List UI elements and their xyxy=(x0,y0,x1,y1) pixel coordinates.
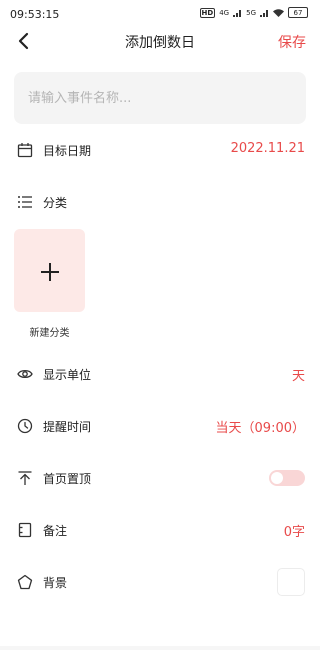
page-title: 添加倒数日 xyxy=(125,35,195,51)
pentagon-icon xyxy=(17,574,33,590)
display-unit-label: 显示单位 xyxy=(43,368,92,382)
target-date-label: 目标日期 xyxy=(43,144,92,158)
signal-icon-2 xyxy=(260,9,268,17)
new-category-button[interactable] xyxy=(14,229,85,312)
pin-home-label: 首页置顶 xyxy=(43,472,92,486)
pin-top-icon xyxy=(18,471,32,485)
background-row: 背景 xyxy=(0,565,320,599)
reminder-row[interactable]: 提醒时间 当天（09:00） xyxy=(0,409,320,443)
note-icon xyxy=(18,522,32,538)
reminder-value[interactable]: 当天（09:00） xyxy=(216,417,305,436)
note-label: 备注 xyxy=(43,524,68,538)
display-unit-row[interactable]: 显示单位 天 xyxy=(0,357,320,391)
new-category-label: 新建分类 xyxy=(29,328,70,339)
nav-bar: 添加倒数日 保存 xyxy=(0,26,320,56)
pin-home-row: 首页置顶 xyxy=(0,461,320,495)
status-time: 09:53:15 xyxy=(10,8,60,21)
list-icon xyxy=(18,196,32,208)
display-unit-value[interactable]: 天 xyxy=(292,365,305,384)
battery-level: 67 xyxy=(293,8,303,17)
eye-icon xyxy=(17,369,33,379)
target-date-row[interactable]: 目标日期 2022.11.21 xyxy=(0,133,320,167)
wifi-icon xyxy=(273,8,284,17)
toggle-knob xyxy=(271,472,283,484)
target-date-value[interactable]: 2022.11.21 xyxy=(231,141,305,156)
battery-icon: 67 xyxy=(288,7,308,18)
save-button[interactable]: 保存 xyxy=(278,32,306,52)
calendar-icon xyxy=(17,143,33,158)
network-4g-icon: 4G xyxy=(219,8,230,17)
pin-home-toggle[interactable] xyxy=(269,470,305,486)
bottom-bar xyxy=(0,646,320,650)
background-picker[interactable] xyxy=(277,568,305,596)
plus-icon xyxy=(41,263,59,281)
clock-icon xyxy=(17,418,33,434)
status-icons: HD 4G 5G 67 xyxy=(199,7,308,18)
network-5g-icon: 5G xyxy=(246,8,256,17)
signal-icon xyxy=(233,9,242,17)
note-value[interactable]: 0字 xyxy=(284,521,305,540)
category-row: 分类 xyxy=(0,185,320,219)
status-bar: 09:53:15 HD 4G 5G 67 xyxy=(0,0,320,26)
reminder-label: 提醒时间 xyxy=(43,420,92,434)
event-name-input[interactable] xyxy=(14,72,306,124)
category-label: 分类 xyxy=(43,196,68,210)
background-label: 背景 xyxy=(43,576,68,590)
hd-badge: HD xyxy=(199,7,216,18)
note-row[interactable]: 备注 0字 xyxy=(0,513,320,547)
